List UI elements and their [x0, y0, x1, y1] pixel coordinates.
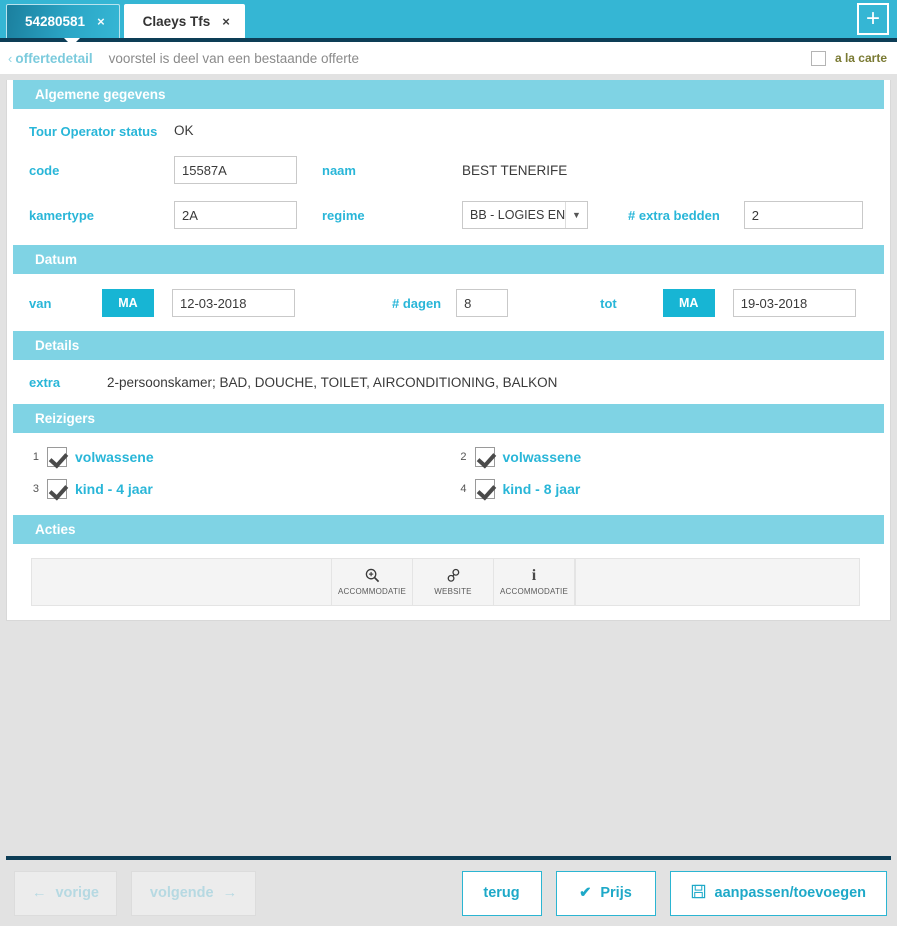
volgende-button[interactable]: volgende →	[131, 870, 256, 916]
a-la-carte-group: a la carte	[810, 50, 887, 66]
traveler-number: 4	[460, 483, 467, 495]
vorige-label: vorige	[55, 885, 99, 901]
row-code-naam: code naam BEST TENERIFE	[7, 140, 890, 184]
zoom-in-icon	[365, 568, 380, 585]
action-website[interactable]: WEBSITE	[413, 559, 494, 605]
travelers-list: 1 volwassene 2 volwassene 3 kind - 4 jaa…	[7, 433, 890, 515]
footer-toolbar: ← vorige volgende → terug ✔ Prijs aanpas…	[0, 860, 897, 926]
tab-54280581[interactable]: 54280581 ×	[6, 4, 120, 38]
vorige-button[interactable]: ← vorige	[14, 870, 117, 916]
action-spacer-right	[575, 559, 859, 605]
van-label: van	[29, 295, 52, 311]
row-extra: extra 2-persoonskamer; BAD, DOUCHE, TOIL…	[7, 360, 890, 404]
traveler-label: volwassene	[502, 449, 582, 465]
action-bar: ACCOMMODATIE WEBSITE i ACCOMMODATIE	[31, 558, 860, 606]
section-header-datum: Datum	[13, 245, 884, 274]
breadcrumb-note: voorstel is deel van een bestaande offer…	[108, 50, 360, 66]
traveler-checkbox[interactable]	[474, 479, 495, 499]
section-header-algemene-gegevens: Algemene gegevens	[13, 80, 884, 109]
row-datum: van MA # dagen tot MA	[7, 274, 890, 331]
check-icon: ✔	[579, 885, 592, 901]
action-label: ACCOMMODATIE	[337, 587, 407, 596]
chevron-down-icon[interactable]: ▼	[565, 202, 587, 228]
van-date-input[interactable]	[172, 289, 295, 317]
action-accommodatie-info[interactable]: i ACCOMMODATIE	[494, 559, 575, 605]
traveler-label: kind - 8 jaar	[502, 481, 581, 497]
tour-operator-status-label: Tour Operator status	[29, 124, 158, 139]
a-la-carte-label: a la carte	[834, 51, 887, 65]
terug-button[interactable]: terug	[461, 870, 542, 916]
tab-bar: 54280581 × Claeys Tfs × +	[0, 0, 897, 38]
row-tour-operator-status: Tour Operator status OK	[7, 109, 890, 140]
traveler-checkbox[interactable]	[47, 447, 67, 467]
prijs-button[interactable]: ✔ Prijs	[555, 870, 656, 916]
traveler-row: 3 kind - 4 jaar	[29, 473, 457, 505]
tot-day-button[interactable]: MA	[662, 289, 715, 317]
extra-bedden-input[interactable]	[743, 201, 863, 229]
breadcrumb-link-offertedetail[interactable]: offertedetail	[15, 51, 92, 66]
traveler-row: 1 volwassene	[29, 441, 457, 473]
dagen-input[interactable]	[456, 289, 509, 317]
traveler-label: kind - 4 jaar	[75, 481, 153, 497]
kamertype-input[interactable]	[174, 201, 297, 229]
info-icon: i	[531, 567, 537, 584]
action-spacer-left	[32, 559, 332, 605]
traveler-checkbox[interactable]	[47, 479, 67, 499]
traveler-number: 3	[32, 483, 39, 495]
tab-close-icon[interactable]: ×	[222, 14, 230, 29]
traveler-row: 2 volwassene	[457, 441, 885, 473]
traveler-number: 1	[32, 451, 39, 463]
main-panel: Algemene gegevens Tour Operator status O…	[6, 80, 891, 621]
breadcrumb: ‹ offertedetail voorstel is deel van een…	[0, 42, 897, 74]
a-la-carte-checkbox[interactable]	[810, 50, 826, 66]
extra-label: extra	[29, 375, 61, 390]
section-header-acties: Acties	[13, 515, 884, 544]
dagen-label: # dagen	[392, 295, 442, 311]
extra-bedden-label: # extra bedden	[628, 207, 720, 223]
tot-date-input[interactable]	[732, 289, 856, 317]
van-day-button[interactable]: MA	[102, 289, 154, 317]
tab-claeys-tfs[interactable]: Claeys Tfs ×	[123, 4, 245, 38]
tab-label: 54280581	[25, 14, 86, 29]
section-header-reizigers: Reizigers	[13, 404, 884, 433]
naam-label: naam	[322, 162, 356, 178]
section-header-details: Details	[13, 331, 884, 360]
code-label: code	[29, 162, 60, 178]
row-kamertype-regime: kamertype regime BB - LOGIES EN ▼ # extr…	[7, 184, 890, 229]
action-label: WEBSITE	[434, 587, 472, 596]
regime-label: regime	[322, 207, 365, 223]
tab-label: Claeys Tfs	[142, 14, 211, 29]
aanpassen-label: aanpassen/toevoegen	[714, 885, 867, 901]
aanpassen-toevoegen-button[interactable]: aanpassen/toevoegen	[669, 870, 887, 916]
volgende-label: volgende	[149, 885, 214, 901]
tab-close-icon[interactable]: ×	[97, 14, 105, 29]
extra-value: 2-persoonskamer; BAD, DOUCHE, TOILET, AI…	[107, 375, 558, 390]
traveler-row: 4 kind - 8 jaar	[457, 473, 885, 505]
terug-label: terug	[483, 885, 520, 901]
code-input[interactable]	[174, 156, 297, 184]
tour-operator-status-value: OK	[174, 123, 194, 138]
back-chevron-icon[interactable]: ‹	[8, 51, 12, 66]
active-tab-pointer	[64, 38, 80, 46]
kamertype-label: kamertype	[29, 207, 95, 223]
action-label: ACCOMMODATIE	[499, 587, 569, 596]
traveler-checkbox[interactable]	[474, 447, 495, 467]
action-accommodatie-zoom[interactable]: ACCOMMODATIE	[332, 559, 413, 605]
arrow-left-icon: ←	[31, 885, 47, 901]
save-disk-icon	[691, 884, 706, 903]
traveler-label: volwassene	[75, 449, 154, 465]
add-tab-button[interactable]: +	[857, 3, 889, 35]
regime-select-wrap: BB - LOGIES EN ▼	[462, 201, 588, 229]
traveler-number: 2	[460, 451, 467, 463]
naam-value: BEST TENERIFE	[462, 162, 568, 178]
link-icon	[446, 568, 461, 585]
arrow-right-icon: →	[222, 885, 238, 901]
tot-label: tot	[600, 295, 617, 311]
prijs-label: Prijs	[600, 885, 632, 901]
